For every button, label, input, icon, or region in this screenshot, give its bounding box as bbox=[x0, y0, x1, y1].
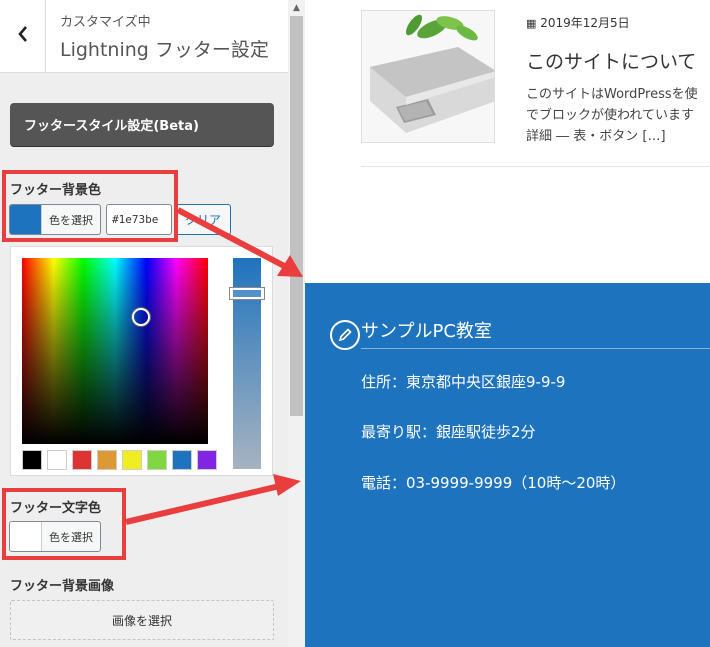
color-swatch bbox=[10, 205, 42, 234]
scroll-up-arrow-icon[interactable]: ▲ bbox=[288, 0, 305, 15]
footer-phone: 電話：03-9999-9999（10時〜20時） bbox=[361, 474, 626, 492]
palette-swatch-orange[interactable] bbox=[97, 450, 117, 470]
back-button[interactable] bbox=[0, 0, 46, 72]
clear-color-button[interactable]: クリア bbox=[175, 204, 231, 235]
footer-station: 最寄り駅：銀座駅徒歩2分 bbox=[361, 423, 536, 441]
footer-bg-color-button[interactable]: 色を選択 bbox=[9, 204, 101, 235]
saturation-area[interactable] bbox=[22, 258, 208, 444]
post-title[interactable]: このサイトについて bbox=[526, 47, 696, 74]
chevron-left-icon bbox=[17, 24, 29, 49]
excerpt-line[interactable]: 詳細 ― 表・ボタン […] bbox=[526, 126, 698, 147]
hex-color-input[interactable] bbox=[106, 204, 172, 235]
palette-swatch-blue[interactable] bbox=[172, 450, 192, 470]
footer-text-color-button[interactable]: 色を選択 bbox=[9, 521, 101, 552]
post-thumbnail[interactable] bbox=[361, 10, 495, 143]
footer-address: 住所：東京都中央区銀座9-9-9 bbox=[361, 373, 566, 391]
palette-swatch-black[interactable] bbox=[22, 450, 42, 470]
select-color-label: 色を選択 bbox=[49, 213, 93, 227]
select-color-label: 色を選択 bbox=[49, 530, 93, 544]
post-excerpt: このサイトはWordPressを使 でブロックが使われています 詳細 ― 表・ボ… bbox=[526, 84, 698, 147]
post-date-text: 2019年12月5日 bbox=[540, 16, 630, 30]
palette-swatch-red[interactable] bbox=[72, 450, 92, 470]
calendar-icon: ▦ bbox=[526, 17, 537, 30]
pencil-icon[interactable] bbox=[330, 320, 360, 350]
post-divider bbox=[361, 166, 710, 167]
footer-style-button[interactable]: フッタースタイル設定(Beta) bbox=[10, 103, 274, 146]
palette-swatch-green[interactable] bbox=[147, 450, 167, 470]
panel-title: Lightning フッター設定 bbox=[60, 39, 269, 61]
footer-widget-title: サンプルPC教室 bbox=[361, 321, 492, 342]
color-swatch bbox=[10, 522, 42, 551]
hue-slider-handle[interactable] bbox=[230, 288, 264, 299]
hue-slider[interactable] bbox=[230, 258, 264, 469]
palette-swatch-yellow[interactable] bbox=[122, 450, 142, 470]
select-image-button[interactable]: 画像を選択 bbox=[10, 600, 274, 640]
color-picker bbox=[10, 246, 273, 476]
excerpt-line: でブロックが使われています bbox=[526, 108, 694, 123]
palette-swatch-purple[interactable] bbox=[197, 450, 217, 470]
customizer-panel: カスタマイズ中 Lightning フッター設定 フッタースタイル設定(Beta… bbox=[0, 0, 288, 647]
excerpt-line: このサイトはWordPressを使 bbox=[526, 87, 698, 102]
footer-text-color-label: フッター文字色 bbox=[10, 501, 102, 516]
panel-scrollbar[interactable]: ▲ bbox=[288, 0, 305, 647]
site-footer: サンプルPC教室 住所：東京都中央区銀座9-9-9 最寄り駅：銀座駅徒歩2分 電… bbox=[305, 283, 710, 647]
post-date: ▦ 2019年12月5日 bbox=[526, 14, 630, 31]
panel-subtitle: カスタマイズ中 bbox=[60, 15, 151, 30]
panel-header: カスタマイズ中 Lightning フッター設定 bbox=[0, 0, 288, 73]
saturation-handle[interactable] bbox=[132, 308, 150, 326]
palette-swatch-white[interactable] bbox=[47, 450, 67, 470]
site-preview: ▦ 2019年12月5日 このサイトについて このサイトはWordPressを使… bbox=[305, 0, 710, 647]
color-palette bbox=[22, 450, 217, 470]
scrollbar-thumb[interactable] bbox=[290, 16, 303, 416]
footer-title-rule bbox=[361, 348, 710, 349]
footer-bg-color-label: フッター背景色 bbox=[10, 183, 102, 198]
footer-bg-image-label: フッター背景画像 bbox=[10, 579, 115, 594]
